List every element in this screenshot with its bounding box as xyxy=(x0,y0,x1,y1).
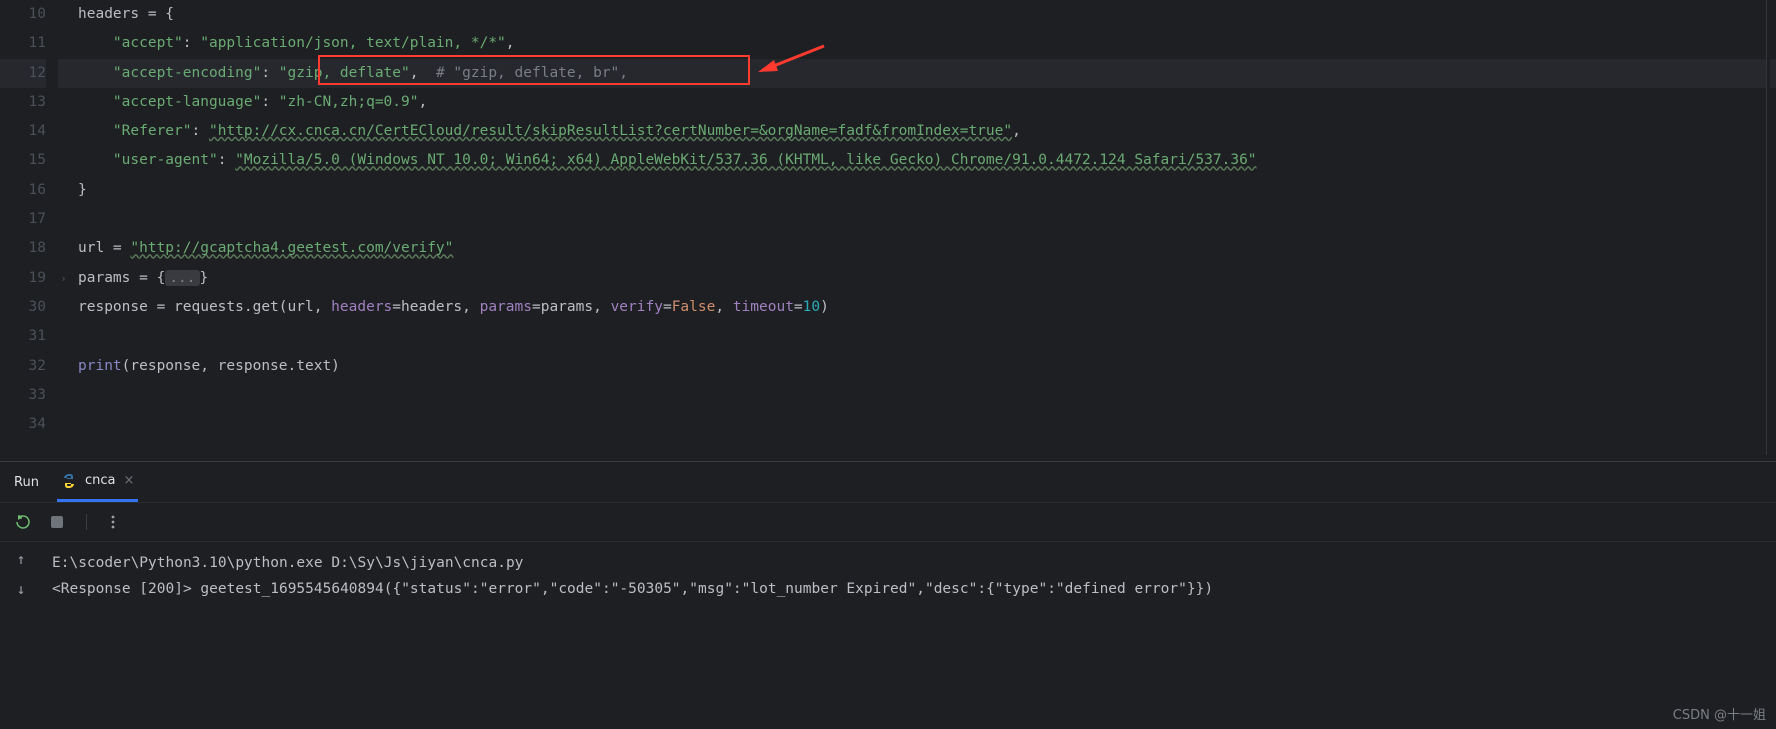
editor-scrollbar[interactable] xyxy=(1766,0,1770,455)
line-number: 12 xyxy=(0,59,46,88)
console-body: ↑ ↓ E:\scoder\Python3.10\python.exe D:\S… xyxy=(0,542,1776,610)
code-line: params = {...} xyxy=(78,264,1776,293)
line-number: 34 xyxy=(0,410,46,439)
line-number: 10 xyxy=(0,0,46,29)
console-output[interactable]: E:\scoder\Python3.10\python.exe D:\Sy\Js… xyxy=(42,542,1776,610)
code-line-active: "accept-encoding": "gzip, deflate", # "g… xyxy=(78,59,1776,88)
line-number: 31 xyxy=(0,322,46,351)
fold-toggle-icon[interactable]: › xyxy=(60,264,67,293)
code-line: "accept-language": "zh-CN,zh;q=0.9", xyxy=(78,88,1776,117)
code-line: url = "http://gcaptcha4.geetest.com/veri… xyxy=(78,234,1776,263)
run-tab-active[interactable]: cnca × xyxy=(57,462,138,502)
scroll-up-icon[interactable]: ↑ xyxy=(17,552,26,568)
line-number: 30 xyxy=(0,293,46,322)
line-number: 18 xyxy=(0,234,46,263)
code-line: "accept": "application/json, text/plain,… xyxy=(78,29,1776,58)
line-number: 33 xyxy=(0,381,46,410)
line-number: 17 xyxy=(0,205,46,234)
watermark-text: CSDN @十一姐 xyxy=(1673,704,1766,723)
scroll-down-icon[interactable]: ↓ xyxy=(17,582,26,598)
code-line: headers = { xyxy=(78,0,1776,29)
line-number: 14 xyxy=(0,117,46,146)
console-line: E:\scoder\Python3.10\python.exe D:\Sy\Js… xyxy=(52,550,1766,576)
folded-code-badge[interactable]: ... xyxy=(165,270,199,286)
python-file-icon xyxy=(61,473,77,489)
line-number: 13 xyxy=(0,88,46,117)
rerun-button[interactable] xyxy=(14,513,32,531)
code-line xyxy=(78,322,1776,351)
run-toolbar xyxy=(0,502,1776,542)
code-editor[interactable]: 10 11 12 13 14 15 16 17 18 19 30 31 32 3… xyxy=(0,0,1776,455)
run-tab-label: cnca xyxy=(85,473,116,488)
line-number: 15 xyxy=(0,146,46,175)
line-number: 16 xyxy=(0,176,46,205)
line-number: 32 xyxy=(0,352,46,381)
more-actions-button[interactable] xyxy=(86,514,121,530)
console-left-toolbar: ↑ ↓ xyxy=(0,542,42,610)
run-tool-window: Run cnca × ↑ ↓ E:\scoder\Python3.10\pyth… xyxy=(0,461,1776,610)
code-line: "Referer": "http://cx.cnca.cn/CertECloud… xyxy=(78,117,1776,146)
run-tabs-row: Run cnca × xyxy=(0,462,1776,502)
code-line xyxy=(78,205,1776,234)
code-line xyxy=(78,410,1776,439)
close-tab-icon[interactable]: × xyxy=(123,473,134,488)
code-line: "user-agent": "Mozilla/5.0 (Windows NT 1… xyxy=(78,146,1776,175)
stop-button[interactable] xyxy=(50,515,64,529)
code-line xyxy=(78,381,1776,410)
run-panel-label: Run xyxy=(14,475,39,490)
fold-gutter: › xyxy=(58,0,78,455)
code-line: response = requests.get(url, headers=hea… xyxy=(78,293,1776,322)
code-content[interactable]: headers = { "accept": "application/json,… xyxy=(78,0,1776,455)
line-number: 11 xyxy=(0,29,46,58)
console-line: <Response [200]> geetest_1695545640894({… xyxy=(52,576,1766,602)
line-number-gutter: 10 11 12 13 14 15 16 17 18 19 30 31 32 3… xyxy=(0,0,58,455)
line-number: 19 xyxy=(0,264,46,293)
code-line: } xyxy=(78,176,1776,205)
code-line: print(response, response.text) xyxy=(78,352,1776,381)
